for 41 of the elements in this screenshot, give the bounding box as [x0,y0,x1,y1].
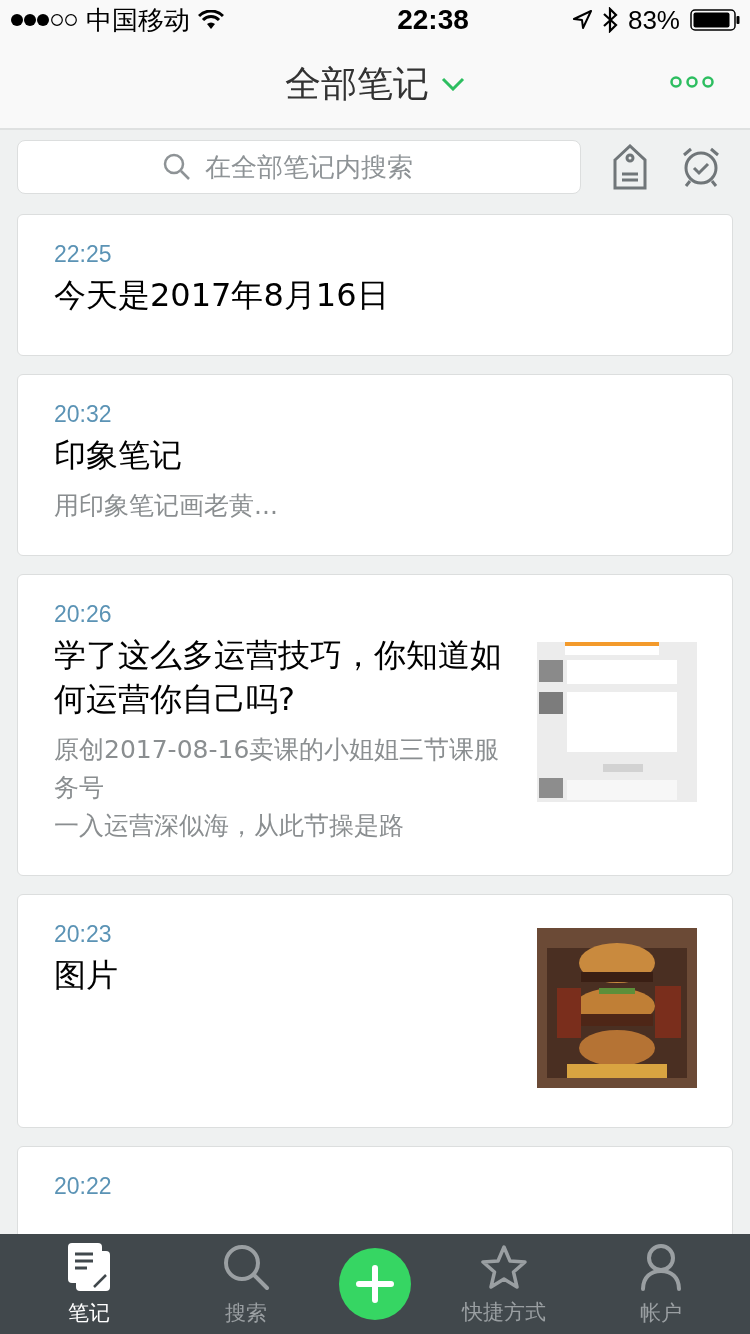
bluetooth-icon [601,7,618,33]
note-time: 20:23 [54,920,113,949]
note-snippet: 一入运营深似海，从此节操是路 [54,810,405,842]
note-title: 今天是2017年8月16日 [54,275,390,316]
clock-time: 22:38 [397,3,469,37]
search-icon [222,1243,271,1292]
note-time: 20:32 [54,400,113,429]
note-card[interactable]: 20:26 学了这么多运营技巧，你知道如何运营你自己吗? 原创2017-08-16卖课的小姐姐三节课服务号 一入运营深似海，从此节操是路 [17,574,733,876]
tab-item[interactable]: 快捷方式 [438,1240,569,1328]
note-snippet: 原创2017-08-16卖课的小姐姐三节课服务号 [54,734,501,804]
tag-button[interactable] [611,142,649,192]
search-bar[interactable]: 在全部笔记内搜索 [17,140,581,194]
notebook-selector[interactable]: 全部笔记 [285,57,465,111]
search-field[interactable]: 在全部笔记内搜索 [205,147,435,187]
note-icon [67,1243,110,1292]
note-card[interactable]: 20:32 印象笔记 用印象笔记画老黄... [17,374,733,556]
tag-icon [613,144,647,190]
more-icon [670,76,714,88]
note-time: 20:22 [54,1172,113,1201]
note-time: 20:26 [54,600,113,629]
note-card[interactable]: 20:23 图片 [17,894,733,1128]
wifi-icon [198,10,224,30]
note-title: 印象笔记 [54,435,183,476]
battery-icon [690,9,740,31]
note-card[interactable]: 22:25 今天是2017年8月16日 [17,214,733,356]
search-icon [163,153,191,181]
tab-item[interactable]: 笔记 [23,1239,154,1329]
note-snippet: 用印象笔记画老黄... [54,490,279,522]
more-button[interactable] [668,74,716,90]
battery-percent: 83% [627,3,680,37]
note-title: 图片 [54,955,119,996]
location-icon [571,10,592,30]
star-icon [479,1244,528,1291]
person-icon [640,1243,683,1292]
plus-icon [355,1264,395,1304]
chevron-down-icon [441,77,465,91]
signal-icon [10,13,78,27]
note-time: 22:25 [54,240,113,269]
alarm-clock-icon [681,146,721,188]
carrier-name: 中国移动 [86,3,190,37]
note-title: 学了这么多运营技巧，你知道如何运营你自己吗? [54,635,503,720]
